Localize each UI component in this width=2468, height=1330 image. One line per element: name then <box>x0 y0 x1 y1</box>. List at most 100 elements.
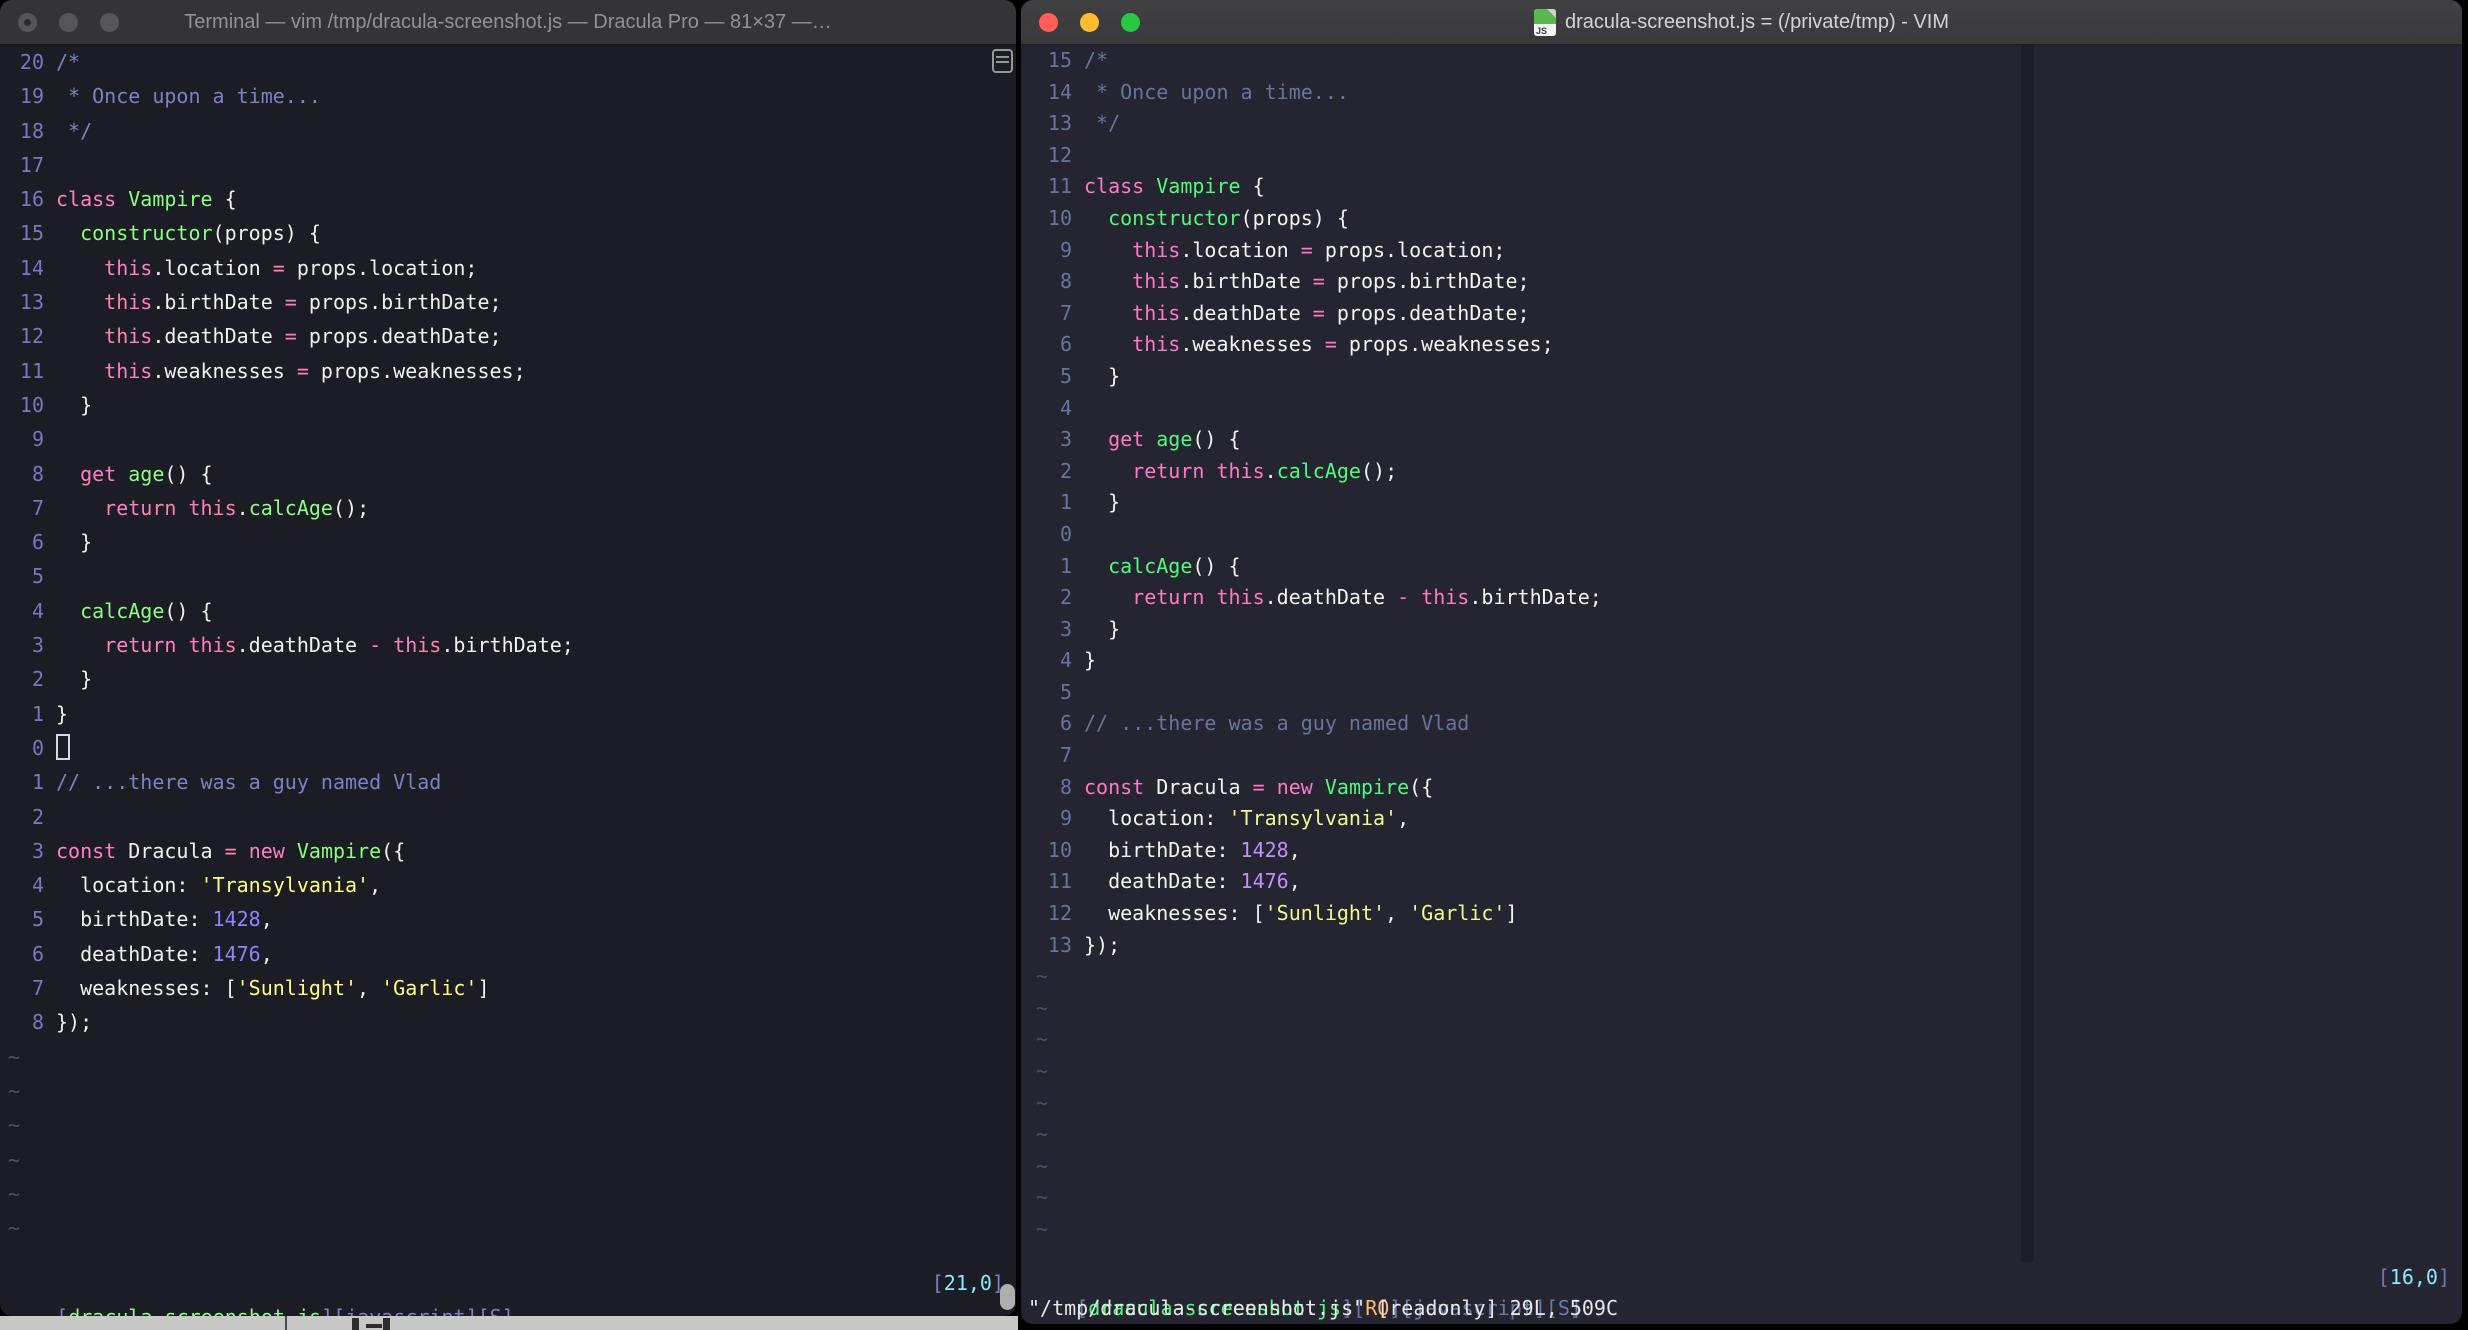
code-token: Dracula <box>1144 774 1253 799</box>
right-editor-lines[interactable]: 15/* 14 * Once upon a time... 13 */12 11 cla… <box>1021 45 2462 1246</box>
code-line: 9 <box>0 422 1016 456</box>
code-token: }); <box>56 1010 93 1035</box>
code-token: this <box>1216 585 1265 610</box>
code-line: 20 /* <box>0 45 1016 79</box>
document-proxy-icon[interactable]: JS <box>1533 8 1556 36</box>
left-editor-lines[interactable]: 20/* 19 * Once upon a time... 18 */17 16 cla… <box>0 45 1016 1245</box>
code-line: 9 this.location = props.location; <box>1028 235 2462 267</box>
line-number: 7 <box>1059 743 1072 768</box>
code-token: 'Transylvania' <box>200 873 370 898</box>
code-line: 15 /* <box>1028 45 2462 77</box>
line-number: 7 <box>31 495 44 520</box>
status-segment: 16,0 <box>2389 1265 2438 1289</box>
status-segment: [ <box>931 1271 944 1295</box>
line-number: 2 <box>31 804 44 829</box>
macvim-titlebar[interactable]: JS dracula-screenshot.js = (/private/tmp… <box>1021 0 2462 45</box>
scrollbar-thumb[interactable] <box>1000 1284 1015 1310</box>
code-token: () { <box>164 598 213 623</box>
code-token: () { <box>1192 427 1241 452</box>
tilde-line: ~ <box>1036 1090 1049 1115</box>
code-token: * Once upon a time... <box>1084 79 1349 104</box>
code-token: 'Sunlight' <box>1264 901 1386 926</box>
tilde-line: ~ <box>1036 1122 1049 1147</box>
line-number: 13 <box>1047 111 1072 136</box>
zoom-button-icon[interactable] <box>100 12 119 32</box>
code-token: , <box>1288 869 1301 894</box>
code-token: get <box>1108 427 1145 452</box>
code-line: 6 deathDate: 1476, <box>0 937 1016 971</box>
code-token: , <box>1385 901 1410 926</box>
code-token: location: <box>56 873 201 898</box>
code-token: 'Garlic' <box>1409 901 1506 926</box>
status-segment: dracula-screenshot.js <box>68 1305 321 1316</box>
code-token: .birthDate; <box>1469 585 1602 610</box>
code-token: } <box>1084 363 1121 388</box>
code-token: this <box>1421 585 1470 610</box>
line-number: 16 <box>19 187 44 212</box>
code-line: 1 // ...there was a guy named Vlad <box>0 765 1016 799</box>
code-line: 0 <box>1028 519 2462 551</box>
line-number: 3 <box>1059 616 1072 641</box>
code-token: = <box>1312 300 1325 325</box>
line-number: 6 <box>1059 711 1072 736</box>
code-line: 13 this.birthDate = props.birthDate; <box>0 285 1016 319</box>
code-token: this <box>1132 332 1181 357</box>
close-button-icon[interactable] <box>18 12 37 32</box>
line-number: 1 <box>31 770 44 795</box>
code-token: calcAge <box>1276 458 1361 483</box>
right-vim-statusline: [dracula-screenshot.js][RO][javascript][… <box>1021 1262 2462 1320</box>
code-token: }); <box>1084 932 1121 957</box>
code-token: class <box>1084 174 1145 199</box>
code-token: // ...there was a guy named Vlad <box>56 770 442 795</box>
code-token: = <box>224 838 237 863</box>
code-token: props.birthDate; <box>1324 269 1530 294</box>
code-token: this <box>104 324 153 349</box>
code-token: = <box>1324 332 1337 357</box>
code-line: 13 */ <box>1028 108 2462 140</box>
line-number: 14 <box>1047 79 1072 104</box>
code-line: 16 class Vampire { <box>0 182 1016 216</box>
line-number: 11 <box>1047 869 1072 894</box>
code-token: ({ <box>381 838 406 863</box>
terminal-titlebar[interactable]: Terminal — vim /tmp/dracula-screenshot.j… <box>0 0 1016 45</box>
code-token: { <box>212 187 237 212</box>
minimize-button-icon[interactable] <box>59 12 78 32</box>
line-number: 11 <box>19 358 44 383</box>
code-token: () { <box>1192 553 1241 578</box>
code-token: this <box>104 358 153 383</box>
tilde-line: ~ <box>1036 1153 1049 1178</box>
code-token: props.weaknesses; <box>1336 332 1554 357</box>
code-token: const <box>1084 774 1145 799</box>
code-token: 'Garlic' <box>381 976 478 1001</box>
minimize-button-icon[interactable] <box>1080 12 1099 32</box>
code-token: props.deathDate; <box>1324 300 1530 325</box>
ruler-position: [21,0] <box>932 1266 1004 1300</box>
code-token: = <box>1252 774 1265 799</box>
close-button-icon[interactable] <box>1039 12 1058 32</box>
line-number: 2 <box>1059 458 1072 483</box>
code-token: Dracula <box>116 838 225 863</box>
code-token: this <box>1216 458 1265 483</box>
code-token: .birthDate; <box>441 633 574 658</box>
line-number: 18 <box>19 118 44 143</box>
code-token: this <box>1132 269 1181 294</box>
code-token: , <box>1397 806 1410 831</box>
code-line: 4 calcAge() { <box>0 594 1016 628</box>
left-vim-statusline: [dracula-screenshot.js][javascript][S] [… <box>0 1266 1016 1316</box>
scrollbar-split-button[interactable] <box>992 49 1013 73</box>
code-token: deathDate: <box>1084 869 1241 894</box>
zoom-button-icon[interactable] <box>1121 12 1140 32</box>
